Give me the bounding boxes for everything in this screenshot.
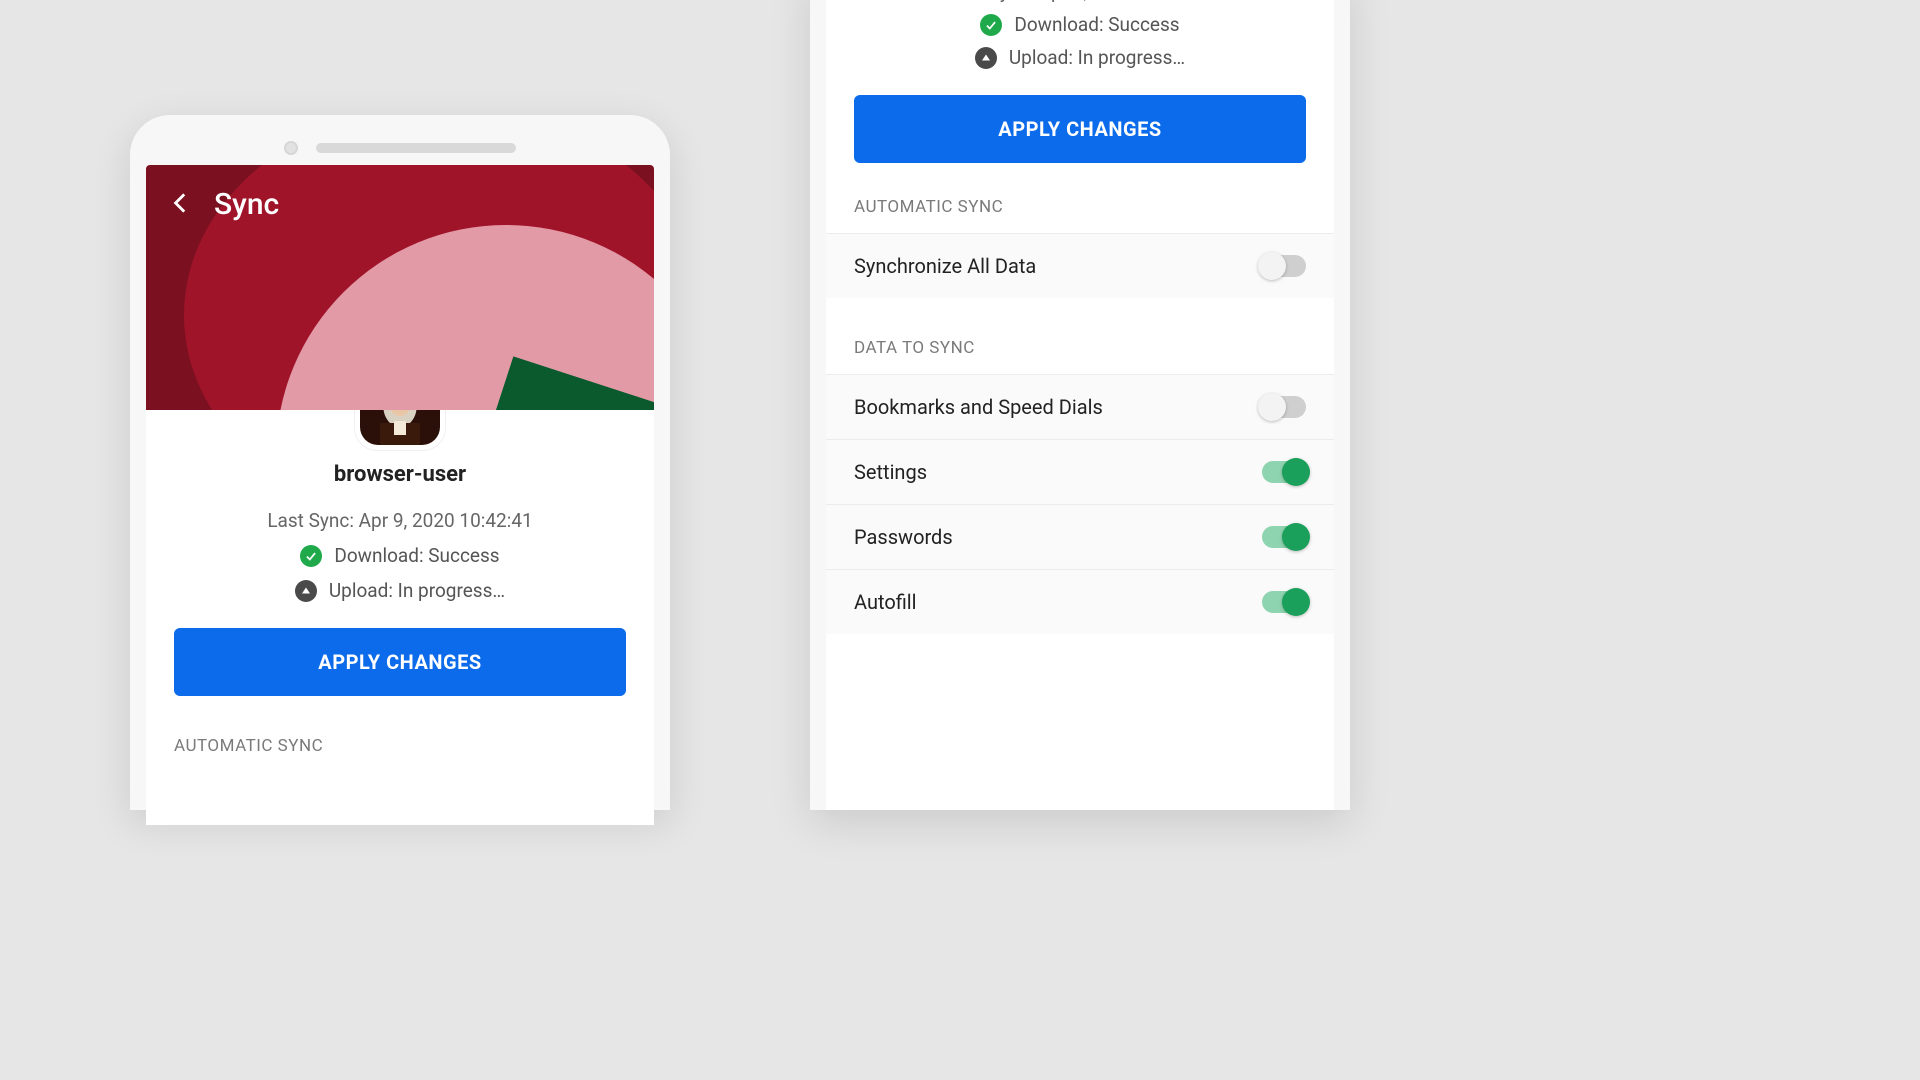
apply-changes-button[interactable]: APPLY CHANGES: [174, 628, 626, 696]
phone-notch: [146, 131, 654, 165]
row-label: Autofill: [854, 590, 917, 614]
check-icon: [300, 545, 322, 567]
back-icon[interactable]: [168, 190, 194, 220]
toggle-settings[interactable]: [1262, 461, 1306, 483]
toggle-autofill[interactable]: [1262, 591, 1306, 613]
last-sync-text: Last Sync: Apr 9, 2020 10:42:41: [826, 0, 1334, 3]
section-automatic-sync: AUTOMATIC SYNC: [146, 696, 654, 770]
apply-changes-button[interactable]: APPLY CHANGES: [854, 95, 1306, 163]
section-data-to-sync: DATA TO SYNC: [826, 314, 1334, 374]
last-sync-text: Last Sync: Apr 9, 2020 10:42:41: [146, 509, 654, 532]
screen-right: Last Sync: Apr 9, 2020 10:42:41 Download…: [826, 0, 1334, 810]
row-synchronize-all[interactable]: Synchronize All Data: [826, 233, 1334, 298]
row-autofill[interactable]: Autofill: [826, 569, 1334, 634]
toggle-passwords[interactable]: [1262, 526, 1306, 548]
download-status: Download: Success: [1014, 13, 1179, 36]
toggle-bookmarks[interactable]: [1262, 396, 1306, 418]
phone-mockup-left: Sync browser-user Last Sync: [130, 115, 670, 810]
section-automatic-sync: AUTOMATIC SYNC: [826, 163, 1334, 233]
upload-status: Upload: In progress…: [1009, 46, 1185, 69]
row-label: Synchronize All Data: [854, 254, 1036, 278]
upload-icon: [295, 580, 317, 602]
row-label: Passwords: [854, 525, 953, 549]
upload-icon: [975, 47, 997, 69]
phone-mockup-right: Last Sync: Apr 9, 2020 10:42:41 Download…: [810, 0, 1350, 810]
download-status: Download: Success: [334, 544, 499, 567]
row-settings[interactable]: Settings: [826, 439, 1334, 504]
username: browser-user: [146, 462, 654, 487]
row-bookmarks[interactable]: Bookmarks and Speed Dials: [826, 374, 1334, 439]
check-icon: [980, 14, 1002, 36]
row-label: Bookmarks and Speed Dials: [854, 395, 1103, 419]
row-label: Settings: [854, 460, 927, 484]
page-title: Sync: [214, 187, 279, 222]
row-passwords[interactable]: Passwords: [826, 504, 1334, 569]
toggle-synchronize-all[interactable]: [1262, 255, 1306, 277]
upload-status: Upload: In progress…: [329, 579, 505, 602]
sync-header: Sync: [146, 165, 654, 410]
screen-left: Sync browser-user Last Sync: [146, 165, 654, 825]
